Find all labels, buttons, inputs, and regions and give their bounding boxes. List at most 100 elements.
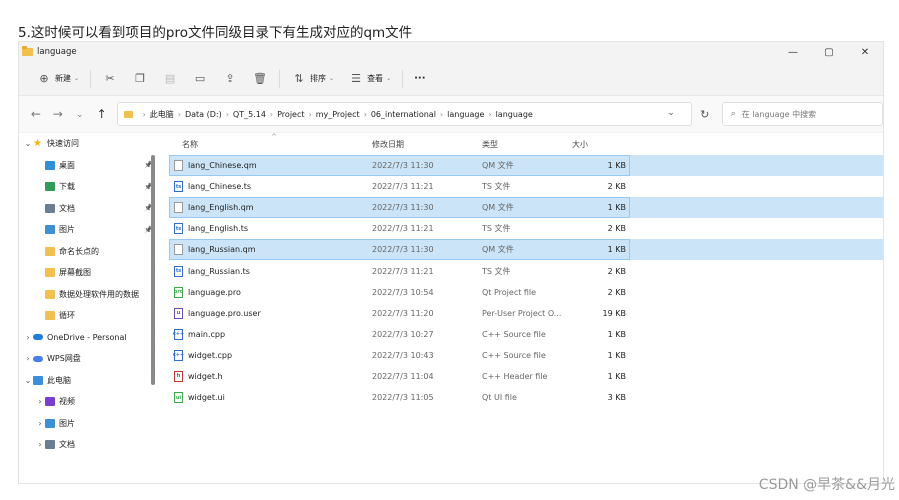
- file-type: C++ Source file: [482, 350, 546, 360]
- minimize-button[interactable]: —: [775, 42, 811, 62]
- title-bar: language — ▢ ✕: [19, 42, 883, 62]
- sidebar-item-label: 文档: [59, 203, 75, 213]
- sidebar-item[interactable]: 桌面 📌: [19, 155, 159, 177]
- sidebar-item[interactable]: › 图片: [19, 413, 159, 435]
- recent-locations-button[interactable]: ⌄: [69, 103, 91, 125]
- forward-button[interactable]: →: [47, 103, 69, 125]
- breadcrumb-this-pc[interactable]: 此电脑: [150, 109, 174, 120]
- file-date: 2022/7/3 10:43: [372, 350, 434, 360]
- file-date: 2022/7/3 11:30: [372, 203, 434, 213]
- chevron-down-icon: ⌄: [74, 75, 80, 82]
- file-row[interactable]: ui widget.ui 2022/7/3 11:05 Qt UI file 3 KB: [169, 387, 883, 408]
- sidebar-item[interactable]: › WPS网盘: [19, 348, 159, 370]
- breadcrumb-language[interactable]: language: [496, 110, 533, 119]
- more-label: ···: [414, 73, 426, 84]
- sidebar-item[interactable]: 下载 📌: [19, 176, 159, 198]
- copy-button[interactable]: ❐: [125, 67, 155, 91]
- paste-button[interactable]: ▤: [155, 67, 185, 91]
- close-button[interactable]: ✕: [847, 42, 883, 62]
- file-type: TS 文件: [482, 182, 511, 192]
- chevron-down-icon[interactable]: ⌄: [23, 139, 33, 148]
- cut-button[interactable]: ✂: [95, 67, 125, 91]
- file-row[interactable]: pro language.pro 2022/7/3 10:54 Qt Project …: [169, 282, 883, 303]
- sidebar-scrollbar[interactable]: [151, 155, 155, 385]
- breadcrumb-language-parent[interactable]: language: [447, 110, 484, 119]
- file-date: 2022/7/3 11:04: [372, 371, 434, 381]
- new-button[interactable]: ⊕ 新建 ⌄: [29, 67, 86, 91]
- cpp-file-icon: c++: [173, 349, 184, 361]
- sidebar-item[interactable]: 屏幕截图: [19, 262, 159, 284]
- sidebar-item[interactable]: 数据处理软件用的数据: [19, 284, 159, 306]
- sidebar-item[interactable]: 文档 📌: [19, 198, 159, 220]
- rename-button[interactable]: ▭: [185, 67, 215, 91]
- back-button[interactable]: ←: [25, 103, 47, 125]
- share-button[interactable]: ⇪: [215, 67, 245, 91]
- breadcrumb-qt[interactable]: QT_5.14: [233, 110, 266, 119]
- sidebar-item[interactable]: ⌄ ★ 快速访问: [19, 133, 159, 155]
- search-placeholder: 在 language 中搜索: [741, 109, 817, 119]
- breadcrumb-project[interactable]: Project: [277, 110, 304, 119]
- breadcrumb-international[interactable]: 06_international: [371, 110, 436, 119]
- file-date: 2022/7/3 11:21: [372, 182, 434, 192]
- chevron-down-icon: ⌄: [329, 75, 335, 82]
- window-controls: — ▢ ✕: [775, 42, 883, 62]
- chevron-right-icon[interactable]: ›: [23, 354, 33, 363]
- column-date-header[interactable]: 修改日期: [370, 139, 480, 150]
- sidebar-item-label: 视频: [59, 397, 75, 407]
- refresh-button[interactable]: ↻: [692, 108, 718, 121]
- breadcrumb-drive[interactable]: Data (D:): [185, 110, 222, 119]
- file-row[interactable]: lang_Russian.qm 2022/7/3 11:30 QM 文件 1 KB: [169, 239, 883, 261]
- file-row[interactable]: ts lang_English.ts 2022/7/3 11:21 TS 文件 2 KB: [169, 218, 883, 239]
- file-row[interactable]: c++ main.cpp 2022/7/3 10:27 C++ Source file…: [169, 324, 883, 345]
- folder-icon: [22, 46, 33, 56]
- view-button[interactable]: ☰ 查看 ⌄: [341, 67, 398, 91]
- chevron-down-icon[interactable]: ⌄: [23, 376, 33, 385]
- sidebar-item[interactable]: › 文档: [19, 434, 159, 456]
- file-name: lang_English.qm: [188, 203, 254, 213]
- file-row[interactable]: lang_Chinese.qm 2022/7/3 11:30 QM 文件 1 KB: [169, 155, 883, 177]
- folder-icon: [45, 311, 55, 321]
- file-type: C++ Source file: [482, 329, 546, 339]
- sidebar-item[interactable]: 命名长点的: [19, 241, 159, 263]
- maximize-button[interactable]: ▢: [811, 42, 847, 62]
- file-date: 2022/7/3 11:30: [372, 245, 434, 255]
- file-date: 2022/7/3 11:21: [372, 224, 434, 234]
- file-row[interactable]: ts lang_Chinese.ts 2022/7/3 11:21 TS 文件 2 KB: [169, 176, 883, 197]
- search-input[interactable]: ⌕ 在 language 中搜索: [721, 102, 883, 126]
- sidebar-item-label: 此电脑: [47, 375, 71, 385]
- sidebar-item-label: 图片: [59, 418, 75, 428]
- navigation-pane: ⌄ ★ 快速访问 桌面 📌 下载 📌 文档 📌 图片 📌 命名长点的 屏幕截图 数据处理软件用的数据 循环 ›…: [19, 133, 159, 483]
- file-name: language.pro: [188, 287, 241, 297]
- breadcrumb-my-project[interactable]: my_Project: [316, 110, 360, 119]
- column-type-header[interactable]: 类型: [480, 139, 570, 150]
- chevron-right-icon[interactable]: ›: [35, 419, 45, 428]
- sidebar-item[interactable]: › 视频: [19, 391, 159, 413]
- delete-button[interactable]: 🗑: [245, 67, 275, 91]
- sidebar-item[interactable]: 图片 📌: [19, 219, 159, 241]
- sidebar-item[interactable]: ⌄ 此电脑: [19, 370, 159, 392]
- sidebar-item[interactable]: 循环: [19, 305, 159, 327]
- column-size-header[interactable]: 大小: [570, 139, 628, 150]
- chevron-right-icon[interactable]: ›: [35, 397, 45, 406]
- sort-button[interactable]: ⇅ 排序 ⌄: [284, 67, 341, 91]
- address-bar[interactable]: › 此电脑 › Data (D:) › QT_5.14 › Project › …: [116, 102, 692, 126]
- chevron-right-icon[interactable]: ›: [35, 440, 45, 449]
- file-row[interactable]: ts lang_Russian.ts 2022/7/3 11:21 TS 文件 2 KB: [169, 260, 883, 281]
- blank-file-icon: [174, 202, 183, 214]
- file-size: 19 KB: [602, 308, 626, 318]
- chevron-right-icon[interactable]: ›: [23, 333, 33, 342]
- up-button[interactable]: ↑: [91, 103, 113, 125]
- arrow-left-icon: ←: [30, 107, 41, 121]
- file-row[interactable]: h widget.h 2022/7/3 11:04 C++ Header file 1 …: [169, 366, 883, 387]
- chevron-down-icon[interactable]: ⌄: [667, 108, 675, 118]
- file-row[interactable]: lang_English.qm 2022/7/3 11:30 QM 文件 1 KB: [169, 197, 883, 219]
- ts-file-icon: ts: [174, 265, 183, 277]
- sidebar-item[interactable]: › OneDrive - Personal: [19, 327, 159, 349]
- column-name-header[interactable]: 名称: [169, 139, 370, 150]
- file-row[interactable]: u language.pro.user 2022/7/3 11:20 Per-User…: [169, 303, 883, 324]
- new-label: 新建: [55, 74, 71, 83]
- file-name-cell: u language.pro.user: [169, 307, 370, 319]
- more-options-button[interactable]: ···: [407, 67, 432, 91]
- file-row[interactable]: c++ widget.cpp 2022/7/3 10:43 C++ Source fi…: [169, 345, 883, 366]
- document-icon: [45, 440, 55, 450]
